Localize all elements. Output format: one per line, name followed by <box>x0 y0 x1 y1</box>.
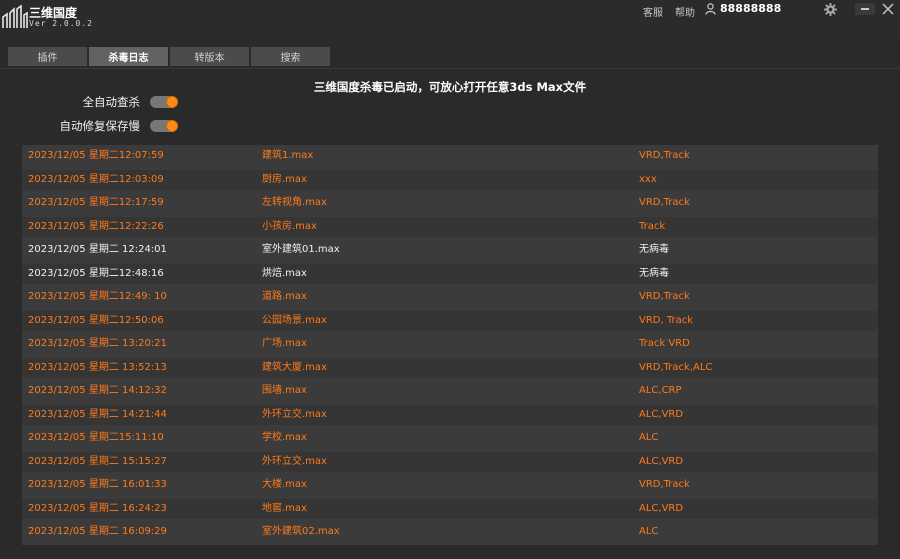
log-virus: VRD,Track <box>639 479 690 490</box>
table-row[interactable]: 2023/12/05 星期二 15:15:27 外环立交.max ALC,VRD <box>22 451 878 472</box>
toggle-knob <box>167 97 177 107</box>
log-filename: 建筑大厦.max <box>262 361 327 373</box>
log-time: 2023/12/05 星期二 16:01:33 <box>28 479 167 490</box>
log-virus: VRD,Track,ALC <box>639 361 713 373</box>
log-virus: xxx <box>639 173 657 185</box>
log-filename: 道路.max <box>262 291 307 302</box>
log-virus: ALC,VRD <box>639 502 684 514</box>
log-time: 2023/12/05 星期二 14:12:32 <box>28 385 167 396</box>
gear-icon[interactable] <box>824 3 837 16</box>
log-time: 2023/12/05 星期二 13:20:21 <box>28 338 167 349</box>
tab-antivirus-log[interactable]: 杀毒日志 <box>89 47 168 66</box>
table-row[interactable]: 2023/12/05 星期二 13:52:13 建筑大厦.max VRD,Track… <box>22 357 878 378</box>
toggle-label: 自动修复保存慢 <box>59 119 141 133</box>
tab-convert-version[interactable]: 转版本 <box>170 47 249 66</box>
title-bar: 三维国度 Ver 2.0.0.2 客服 帮助 88888888 <box>0 0 900 40</box>
auto-scan-toggle[interactable] <box>150 96 178 108</box>
log-filename: 左转视角.max <box>262 197 327 208</box>
log-time: 2023/12/05 星期二12:03:09 <box>28 173 164 185</box>
log-virus: ALC,VRD <box>639 408 684 420</box>
log-virus: VRD,Track <box>639 291 690 302</box>
table-row[interactable]: 2023/12/05 星期二12:48:16 烘焙.max 无病毒 <box>22 263 878 284</box>
log-virus: ALC <box>639 432 659 443</box>
log-virus: ALC,VRD <box>639 455 684 467</box>
log-time: 2023/12/05 星期二12:49: 10 <box>28 291 167 302</box>
log-filename: 广场.max <box>262 338 307 349</box>
tab-search[interactable]: 搜索 <box>251 47 330 66</box>
toggle-label: 全自动查杀 <box>82 95 141 109</box>
user-icon <box>705 3 716 15</box>
divider <box>0 68 900 69</box>
log-filename: 室外建筑02.max <box>262 526 340 537</box>
username[interactable]: 88888888 <box>720 2 781 15</box>
log-time: 2023/12/05 星期二 14:21:44 <box>28 408 167 420</box>
table-row[interactable]: 2023/12/05 星期二12:49: 10 道路.max VRD,Track <box>22 287 878 307</box>
log-filename: 地窖.max <box>262 502 307 514</box>
log-virus: VRD,Track <box>639 150 690 161</box>
app-name: 三维国度 <box>29 6 78 20</box>
logo-icon <box>2 5 28 28</box>
log-time: 2023/12/05 星期二12:50:06 <box>28 314 164 326</box>
log-virus: ALC <box>639 526 659 537</box>
log-filename: 外环立交.max <box>262 408 327 420</box>
log-filename: 厨房.max <box>262 173 307 185</box>
table-row[interactable]: 2023/12/05 星期二15:11:10 学校.max ALC <box>22 428 878 448</box>
log-virus: Track <box>639 220 666 232</box>
table-row[interactable]: 2023/12/05 星期二 16:24:23 地窖.max ALC,VRD <box>22 498 878 519</box>
log-time: 2023/12/05 星期二 13:52:13 <box>28 361 167 373</box>
table-row[interactable]: 2023/12/05 星期二12:17:59 左转视角.max VRD,Track <box>22 193 878 213</box>
toggle-row-auto-repair: 自动修复保存慢 <box>0 118 178 134</box>
log-time: 2023/12/05 星期二12:48:16 <box>28 267 164 279</box>
log-time: 2023/12/05 星期二12:07:59 <box>28 150 164 161</box>
log-virus: 无病毒 <box>639 244 669 255</box>
table-row[interactable]: 2023/12/05 星期二 16:01:33 大楼.max VRD,Track <box>22 475 878 495</box>
log-time: 2023/12/05 星期二 16:24:23 <box>28 502 167 514</box>
log-time: 2023/12/05 星期二12:22:26 <box>28 220 164 232</box>
tab-bar: 插件 杀毒日志 转版本 搜索 <box>8 47 330 67</box>
table-row[interactable]: 2023/12/05 星期二12:22:26 小孩房.max Track <box>22 216 878 237</box>
table-row[interactable]: 2023/12/05 星期二 14:12:32 围墙.max ALC,CRP <box>22 381 878 401</box>
help-link[interactable]: 帮助 <box>675 4 695 19</box>
auto-repair-toggle[interactable] <box>150 120 178 132</box>
log-virus: VRD,Track <box>639 197 690 208</box>
toggle-knob <box>167 121 177 131</box>
table-row[interactable]: 2023/12/05 星期二 16:09:29 室外建筑02.max ALC <box>22 522 878 542</box>
log-virus: VRD, Track <box>639 314 694 326</box>
log-time: 2023/12/05 星期二12:17:59 <box>28 197 164 208</box>
log-filename: 小孩房.max <box>262 220 317 232</box>
log-virus: Track VRD <box>639 338 690 349</box>
log-time: 2023/12/05 星期二 16:09:29 <box>28 526 167 537</box>
tab-plugins[interactable]: 插件 <box>8 47 87 66</box>
log-filename: 大楼.max <box>262 479 307 490</box>
customer-service-link[interactable]: 客服 <box>643 4 663 19</box>
log-filename: 围墙.max <box>262 385 307 396</box>
table-row[interactable]: 2023/12/05 星期二 14:21:44 外环立交.max ALC,VRD <box>22 404 878 425</box>
table-row[interactable]: 2023/12/05 星期二12:07:59 建筑1.max VRD,Track <box>22 146 878 166</box>
table-row[interactable]: 2023/12/05 星期二12:50:06 公园场景.max VRD, Track <box>22 310 878 331</box>
log-filename: 学校.max <box>262 432 307 443</box>
minimize-button[interactable] <box>855 3 875 15</box>
log-virus: 无病毒 <box>639 267 669 279</box>
table-row[interactable]: 2023/12/05 星期二 13:20:21 广场.max Track VRD <box>22 334 878 354</box>
log-time: 2023/12/05 星期二 15:15:27 <box>28 455 167 467</box>
antivirus-log-list[interactable]: 2023/12/05 星期二12:07:59 建筑1.max VRD,Track 20… <box>22 145 878 545</box>
table-row[interactable]: 2023/12/05 星期二12:03:09 厨房.max xxx <box>22 169 878 190</box>
log-filename: 室外建筑01.max <box>262 244 340 255</box>
log-filename: 建筑1.max <box>262 150 314 161</box>
log-filename: 烘焙.max <box>262 267 307 279</box>
log-time: 2023/12/05 星期二15:11:10 <box>28 432 164 443</box>
log-filename: 外环立交.max <box>262 455 327 467</box>
log-filename: 公园场景.max <box>262 314 327 326</box>
table-row[interactable]: 2023/12/05 星期二 12:24:01 室外建筑01.max 无病毒 <box>22 240 878 260</box>
toggle-row-auto-scan: 全自动查杀 <box>0 94 178 110</box>
app-version: Ver 2.0.0.2 <box>29 19 93 28</box>
close-icon[interactable] <box>881 2 895 16</box>
log-time: 2023/12/05 星期二 12:24:01 <box>28 244 167 255</box>
status-message: 三维国度杀毒已启动，可放心打开任意3ds Max文件 <box>313 80 587 94</box>
log-virus: ALC,CRP <box>639 385 682 396</box>
